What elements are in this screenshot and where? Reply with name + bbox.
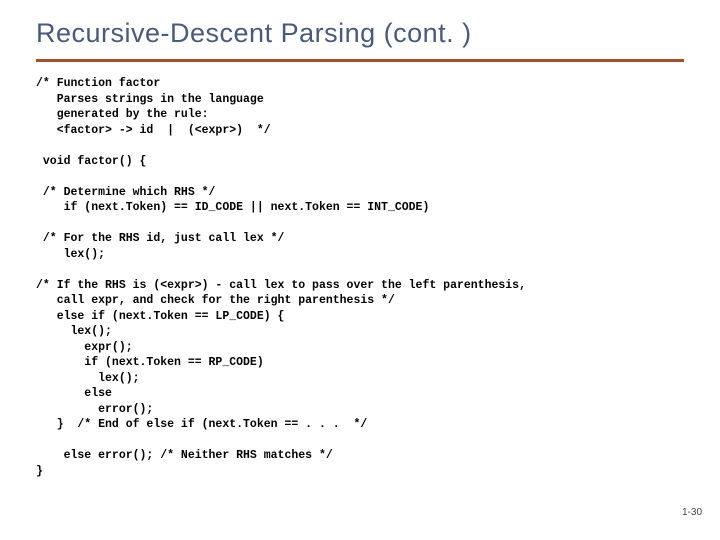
title-rule	[36, 59, 684, 62]
slide-title: Recursive-Descent Parsing (cont. )	[36, 18, 684, 49]
page-number: 1-30	[682, 507, 702, 518]
slide-container: Recursive-Descent Parsing (cont. ) /* Fu…	[0, 0, 720, 540]
code-block: /* Function factor Parses strings in the…	[36, 76, 684, 479]
